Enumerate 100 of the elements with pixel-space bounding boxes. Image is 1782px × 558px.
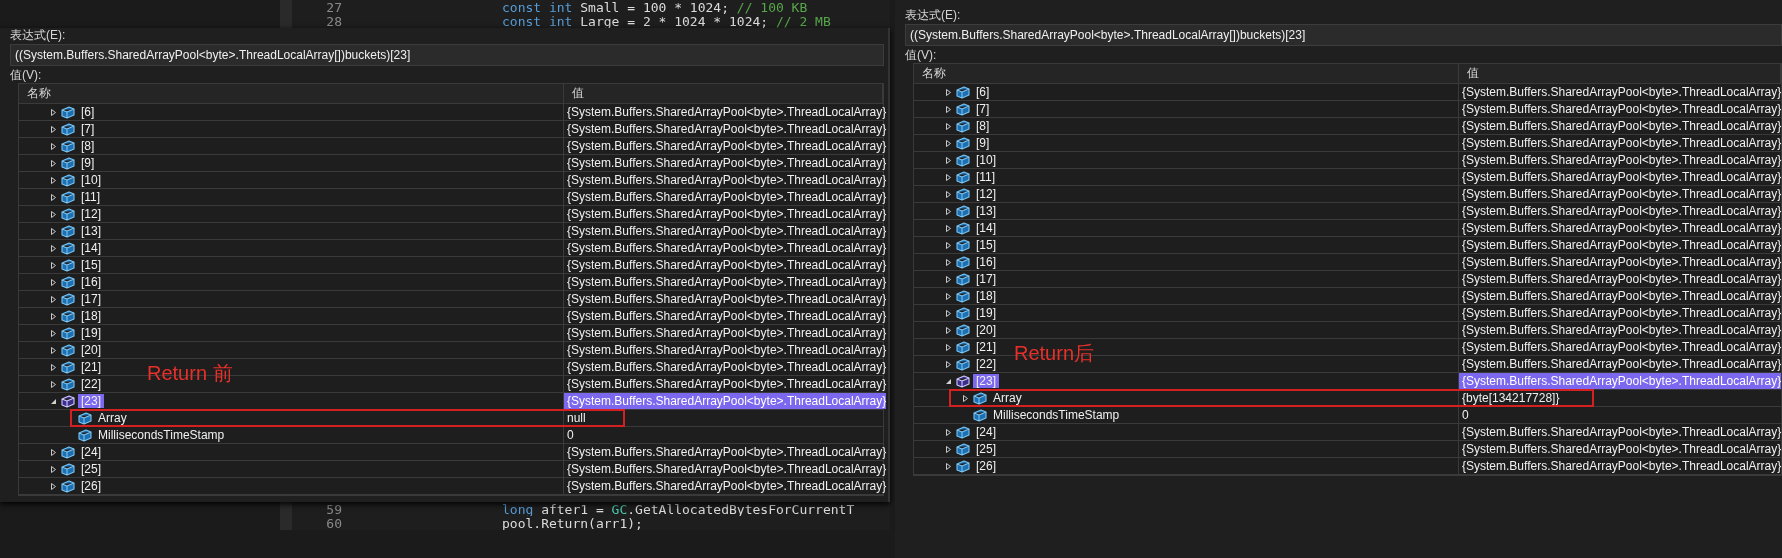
expand-icon[interactable] xyxy=(49,380,57,388)
expand-icon[interactable] xyxy=(49,278,57,286)
variable-value[interactable]: {System.Buffers.SharedArrayPool<byte>.ThreadLocalArray} xyxy=(1459,84,1782,100)
column-header[interactable]: 名称 xyxy=(914,64,1459,83)
variable-value[interactable]: {System.Buffers.SharedArrayPool<byte>.ThreadLocalArray} xyxy=(1459,135,1782,151)
variable-name: [25] xyxy=(975,442,997,456)
expand-icon[interactable] xyxy=(49,159,57,167)
expand-icon[interactable] xyxy=(49,363,57,371)
variable-value[interactable]: null xyxy=(564,410,883,426)
expand-icon[interactable] xyxy=(49,346,57,354)
variable-name: [15] xyxy=(80,258,102,272)
variable-value[interactable]: {System.Buffers.SharedArrayPool<byte>.ThreadLocalArray} xyxy=(1459,373,1782,389)
expression-field[interactable]: ((System.Buffers.SharedArrayPool<byte>.ThreadLocalArray[])buckets)[23] xyxy=(10,44,884,66)
expand-icon[interactable] xyxy=(961,394,969,402)
expand-icon[interactable] xyxy=(49,210,57,218)
variable-value[interactable]: {System.Buffers.SharedArrayPool<byte>.ThreadLocalArray} xyxy=(1459,152,1782,168)
expand-icon[interactable] xyxy=(49,176,57,184)
variable-value[interactable]: {System.Buffers.SharedArrayPool<byte>.ThreadLocalArray} xyxy=(1459,458,1782,474)
variable-value[interactable]: {System.Buffers.SharedArrayPool<byte>.ThreadLocalArray} xyxy=(1459,288,1782,304)
variable-value[interactable]: {System.Buffers.SharedArrayPool<byte>.ThreadLocalArray} xyxy=(564,393,887,409)
expand-icon[interactable] xyxy=(49,482,57,490)
expand-icon[interactable] xyxy=(49,142,57,150)
expand-icon[interactable] xyxy=(944,309,952,317)
variable-value[interactable]: {System.Buffers.SharedArrayPool<byte>.ThreadLocalArray} xyxy=(564,308,887,324)
variable-value[interactable]: 0 xyxy=(564,427,883,443)
column-header[interactable]: 值 xyxy=(564,84,883,103)
variable-value[interactable]: {System.Buffers.SharedArrayPool<byte>.ThreadLocalArray} xyxy=(564,291,887,307)
expand-icon[interactable] xyxy=(944,445,952,453)
variable-value[interactable]: {System.Buffers.SharedArrayPool<byte>.ThreadLocalArray} xyxy=(564,325,887,341)
variable-value[interactable]: {System.Buffers.SharedArrayPool<byte>.ThreadLocalArray} xyxy=(564,359,887,375)
variable-value[interactable]: 0 xyxy=(1459,407,1782,423)
expand-icon[interactable] xyxy=(49,227,57,235)
variable-value[interactable]: {System.Buffers.SharedArrayPool<byte>.ThreadLocalArray} xyxy=(1459,254,1782,270)
variable-value[interactable]: {System.Buffers.SharedArrayPool<byte>.ThreadLocalArray} xyxy=(564,104,887,120)
expand-icon[interactable] xyxy=(49,329,57,337)
collapse-icon[interactable] xyxy=(49,397,57,405)
expand-icon[interactable] xyxy=(944,122,952,130)
expand-icon[interactable] xyxy=(944,173,952,181)
variable-value[interactable]: {System.Buffers.SharedArrayPool<byte>.ThreadLocalArray} xyxy=(564,444,887,460)
variable-value[interactable]: {System.Buffers.SharedArrayPool<byte>.ThreadLocalArray} xyxy=(1459,441,1782,457)
variable-value[interactable]: {System.Buffers.SharedArrayPool<byte>.ThreadLocalArray} xyxy=(1459,186,1782,202)
variable-name: [20] xyxy=(80,343,102,357)
expand-icon[interactable] xyxy=(49,125,57,133)
expand-icon[interactable] xyxy=(944,258,952,266)
expand-icon[interactable] xyxy=(944,224,952,232)
variable-value[interactable]: {byte[134217728]} xyxy=(1459,390,1782,406)
expand-icon[interactable] xyxy=(944,139,952,147)
expand-icon[interactable] xyxy=(944,190,952,198)
collapse-icon[interactable] xyxy=(944,377,952,385)
variable-value[interactable]: {System.Buffers.SharedArrayPool<byte>.ThreadLocalArray} xyxy=(1459,356,1782,372)
variable-value[interactable]: {System.Buffers.SharedArrayPool<byte>.ThreadLocalArray} xyxy=(564,206,887,222)
variable-value[interactable]: {System.Buffers.SharedArrayPool<byte>.ThreadLocalArray} xyxy=(564,223,887,239)
expand-icon[interactable] xyxy=(49,244,57,252)
expand-icon[interactable] xyxy=(49,465,57,473)
expression-field[interactable]: ((System.Buffers.SharedArrayPool<byte>.ThreadLocalArray[])buckets)[23] xyxy=(905,24,1782,46)
variable-value[interactable]: {System.Buffers.SharedArrayPool<byte>.ThreadLocalArray} xyxy=(564,274,887,290)
variable-value[interactable]: {System.Buffers.SharedArrayPool<byte>.ThreadLocalArray} xyxy=(564,478,887,494)
variable-value[interactable]: {System.Buffers.SharedArrayPool<byte>.ThreadLocalArray} xyxy=(564,376,887,392)
object-icon xyxy=(956,357,970,371)
expand-icon[interactable] xyxy=(49,261,57,269)
expand-icon[interactable] xyxy=(944,156,952,164)
variable-value[interactable]: {System.Buffers.SharedArrayPool<byte>.ThreadLocalArray} xyxy=(564,172,887,188)
expand-icon[interactable] xyxy=(944,241,952,249)
variable-value[interactable]: {System.Buffers.SharedArrayPool<byte>.ThreadLocalArray} xyxy=(564,342,887,358)
object-icon xyxy=(956,272,970,286)
variable-value[interactable]: {System.Buffers.SharedArrayPool<byte>.ThreadLocalArray} xyxy=(1459,118,1782,134)
variable-value[interactable]: {System.Buffers.SharedArrayPool<byte>.ThreadLocalArray} xyxy=(1459,339,1782,355)
column-header[interactable]: 值 xyxy=(1459,64,1782,83)
expand-icon[interactable] xyxy=(944,292,952,300)
variable-value[interactable]: {System.Buffers.SharedArrayPool<byte>.ThreadLocalArray} xyxy=(564,461,887,477)
expand-icon[interactable] xyxy=(944,326,952,334)
expand-icon[interactable] xyxy=(49,295,57,303)
expand-icon[interactable] xyxy=(944,343,952,351)
variable-value[interactable]: {System.Buffers.SharedArrayPool<byte>.ThreadLocalArray} xyxy=(564,155,887,171)
expand-icon[interactable] xyxy=(944,207,952,215)
expand-icon[interactable] xyxy=(49,448,57,456)
variable-value[interactable]: {System.Buffers.SharedArrayPool<byte>.ThreadLocalArray} xyxy=(1459,271,1782,287)
column-header[interactable]: 名称 xyxy=(19,84,564,103)
variable-value[interactable]: {System.Buffers.SharedArrayPool<byte>.ThreadLocalArray} xyxy=(1459,305,1782,321)
expand-icon[interactable] xyxy=(944,360,952,368)
expand-icon[interactable] xyxy=(944,105,952,113)
variable-value[interactable]: {System.Buffers.SharedArrayPool<byte>.ThreadLocalArray} xyxy=(1459,424,1782,440)
expand-icon[interactable] xyxy=(49,108,57,116)
expand-icon[interactable] xyxy=(944,462,952,470)
variable-value[interactable]: {System.Buffers.SharedArrayPool<byte>.ThreadLocalArray} xyxy=(564,240,887,256)
variable-value[interactable]: {System.Buffers.SharedArrayPool<byte>.ThreadLocalArray} xyxy=(564,189,887,205)
variable-value[interactable]: {System.Buffers.SharedArrayPool<byte>.ThreadLocalArray} xyxy=(1459,203,1782,219)
expand-icon[interactable] xyxy=(944,428,952,436)
variable-value[interactable]: {System.Buffers.SharedArrayPool<byte>.ThreadLocalArray} xyxy=(564,257,887,273)
variable-value[interactable]: {System.Buffers.SharedArrayPool<byte>.ThreadLocalArray} xyxy=(1459,169,1782,185)
expand-icon[interactable] xyxy=(49,193,57,201)
variable-value[interactable]: {System.Buffers.SharedArrayPool<byte>.ThreadLocalArray} xyxy=(564,121,887,137)
variable-value[interactable]: {System.Buffers.SharedArrayPool<byte>.ThreadLocalArray} xyxy=(1459,237,1782,253)
expand-icon[interactable] xyxy=(944,88,952,96)
expand-icon[interactable] xyxy=(944,275,952,283)
expand-icon[interactable] xyxy=(49,312,57,320)
variable-value[interactable]: {System.Buffers.SharedArrayPool<byte>.ThreadLocalArray} xyxy=(1459,220,1782,236)
variable-value[interactable]: {System.Buffers.SharedArrayPool<byte>.ThreadLocalArray} xyxy=(1459,101,1782,117)
variable-value[interactable]: {System.Buffers.SharedArrayPool<byte>.ThreadLocalArray} xyxy=(1459,322,1782,338)
variable-value[interactable]: {System.Buffers.SharedArrayPool<byte>.ThreadLocalArray} xyxy=(564,138,887,154)
